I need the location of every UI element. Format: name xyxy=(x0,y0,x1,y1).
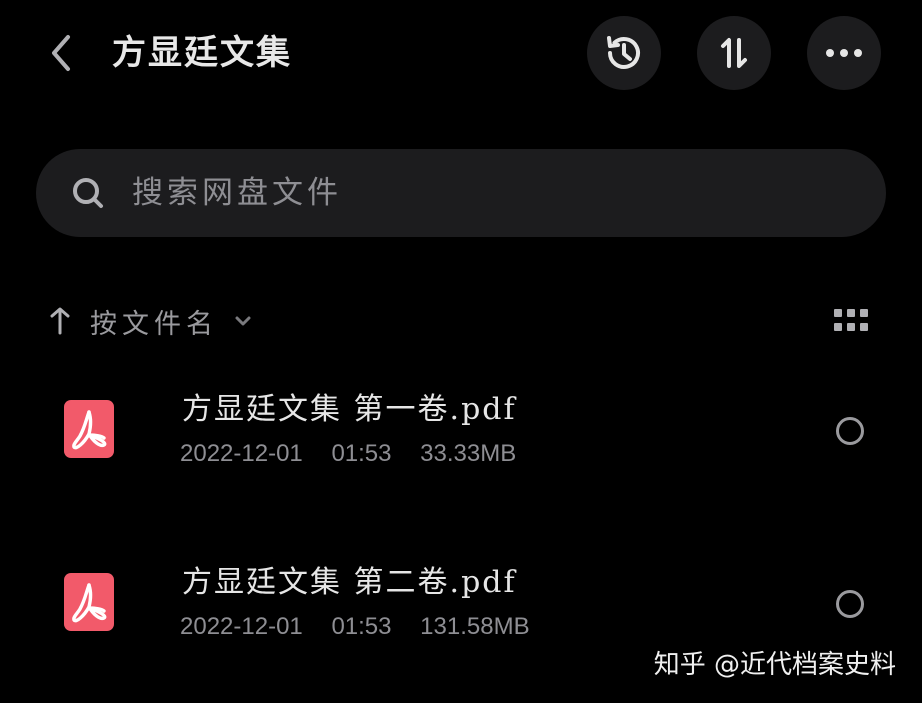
grid-view-icon[interactable] xyxy=(834,309,868,333)
file-time: 01:53 xyxy=(331,440,392,467)
back-button[interactable] xyxy=(38,30,84,76)
sort-selector[interactable]: 按文件名 xyxy=(48,296,254,346)
chevron-down-icon xyxy=(235,316,251,326)
page-title: 方显廷文集 xyxy=(112,33,292,73)
more-dots-icon xyxy=(826,49,862,57)
pdf-icon xyxy=(64,573,114,631)
file-date: 2022-12-01 xyxy=(180,440,303,467)
select-checkbox[interactable] xyxy=(836,590,864,618)
arrow-up-icon xyxy=(50,307,70,335)
file-time: 01:53 xyxy=(331,613,392,640)
pdf-icon xyxy=(64,400,114,458)
file-date: 2022-12-01 xyxy=(180,613,303,640)
search-bar[interactable] xyxy=(36,149,886,237)
top-bar: 方显廷文集 xyxy=(0,0,922,105)
history-button[interactable] xyxy=(587,16,661,90)
more-button[interactable] xyxy=(807,16,881,90)
sort-arrows-icon xyxy=(721,38,747,68)
sort-label: 按文件名 xyxy=(90,308,218,340)
chevron-left-icon xyxy=(52,35,70,71)
file-name: 方显廷文集 第二卷.pdf xyxy=(182,565,517,600)
file-size: 33.33MB xyxy=(420,440,517,467)
watermark: 知乎 @近代档案史料 xyxy=(653,650,896,680)
search-input[interactable] xyxy=(132,169,832,217)
search-icon xyxy=(73,178,103,208)
file-size: 131.58MB xyxy=(420,613,530,640)
file-list-item[interactable]: 方显廷文集 第一卷.pdf 2022-12-01 01:53 33.33MB xyxy=(0,360,922,510)
sort-button[interactable] xyxy=(697,16,771,90)
file-meta: 2022-12-01 01:53 33.33MB xyxy=(180,440,538,468)
file-name: 方显廷文集 第一卷.pdf xyxy=(182,392,517,427)
file-meta: 2022-12-01 01:53 131.58MB xyxy=(180,613,552,641)
select-checkbox[interactable] xyxy=(836,417,864,445)
history-icon xyxy=(607,36,640,69)
